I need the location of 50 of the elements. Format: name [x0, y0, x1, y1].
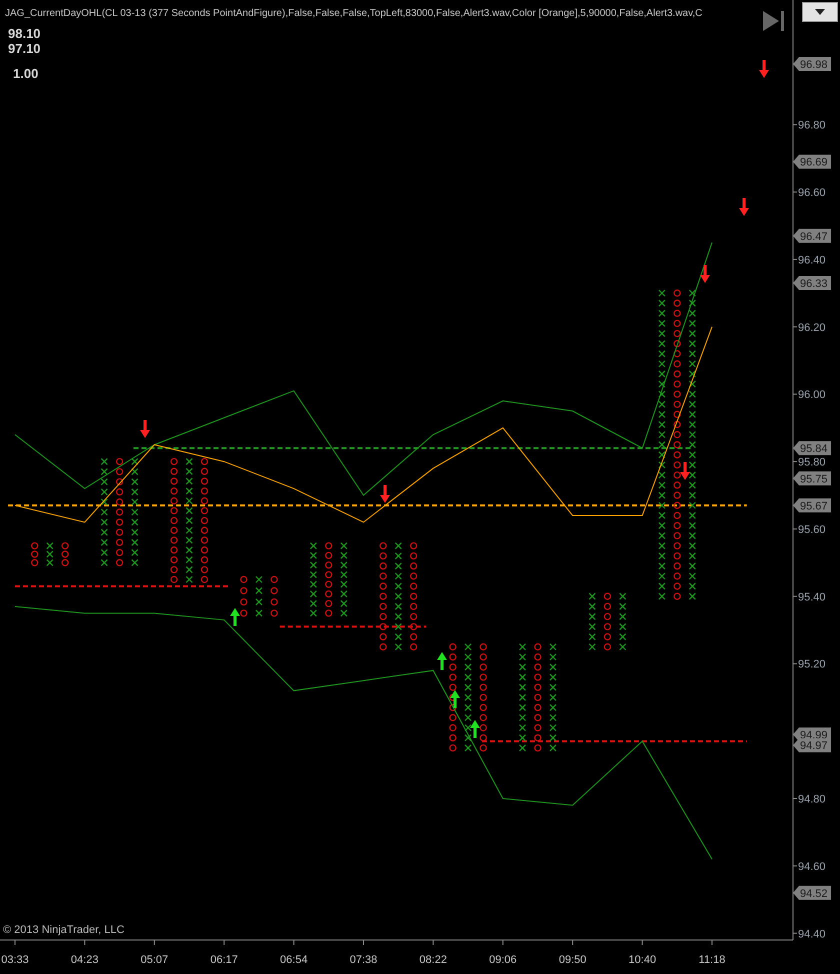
y-axis-label: 95.80 [798, 456, 826, 469]
x-axis-label: 07:38 [350, 954, 378, 966]
price-marker: 96.98 [793, 57, 831, 72]
x-axis-label: 09:06 [489, 954, 517, 966]
price-reading: 97.10 [8, 41, 41, 56]
down-arrow-icon [140, 420, 150, 438]
x-axis-label: 03:33 [1, 954, 29, 966]
down-arrow-icon [759, 60, 769, 78]
y-axis-label: 96.80 [798, 120, 826, 132]
y-axis-label: 94.40 [798, 928, 826, 940]
price-marker: 94.52 [793, 886, 831, 900]
price-marker: 96.69 [793, 154, 831, 169]
x-axis-label: 09:50 [558, 954, 586, 966]
y-axis-label: 95.40 [798, 591, 826, 604]
down-arrow-icon [700, 265, 710, 283]
up-arrow-icon [230, 608, 240, 626]
y-axis-label: 94.80 [798, 794, 826, 806]
up-arrow-icon [450, 690, 460, 708]
y-axis-label: 96.60 [798, 187, 826, 200]
caret-icon [815, 9, 825, 15]
y-axis-label: 94.60 [798, 860, 826, 873]
down-arrow-icon [380, 485, 390, 503]
x-axis-label: 10:40 [628, 954, 656, 966]
x-axis-label: 05:07 [140, 954, 168, 966]
y-axis-label: 95.20 [798, 658, 826, 671]
x-axis-label: 08:22 [419, 954, 447, 966]
price-reading: 1.00 [13, 66, 40, 81]
x-axis-label: 04:23 [70, 954, 98, 966]
x-axis-label: 06:17 [210, 954, 238, 966]
down-arrow-icon [739, 198, 749, 216]
price-marker: 94.97 [793, 738, 831, 752]
price-marker: 95.75 [793, 471, 831, 486]
price-marker: 96.47 [793, 228, 831, 243]
x-axis-label: 06:54 [280, 954, 308, 966]
dropdown-button[interactable] [802, 2, 838, 22]
price-reading: 98.10 [8, 26, 41, 41]
skip-to-end-icon[interactable] [763, 11, 785, 31]
y-axis-label: 96.20 [798, 322, 826, 334]
up-arrow-icon [437, 652, 447, 670]
price-marker: 95.67 [793, 498, 831, 512]
copyright-text: © 2013 NinjaTrader, LLC [3, 923, 124, 938]
price-marker: 96.33 [793, 276, 831, 290]
up-arrow-icon [470, 720, 480, 738]
y-axis-label: 95.60 [798, 524, 826, 536]
y-axis-label: 96.00 [798, 389, 826, 402]
chart-title: JAG_CurrentDayOHL(CL 03-13 (377 Seconds PointAndFigure),False,False,False,TopLeft,83000,False,Alert3.wav,Color [Orange],5,90000,False,Alert3.wav,C [5, 7, 704, 21]
price-marker: 95.84 [793, 441, 831, 456]
y-axis-label: 96.40 [798, 254, 826, 266]
down-arrow-icon [680, 462, 690, 480]
x-axis-label: 11:18 [698, 954, 726, 966]
